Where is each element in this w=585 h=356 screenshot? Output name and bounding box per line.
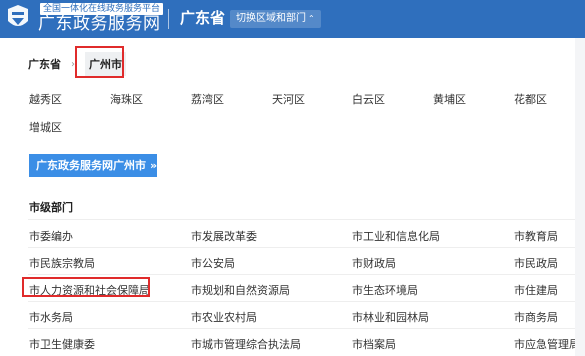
district-link[interactable]: 天河区 (272, 91, 305, 107)
department-link[interactable]: 市教育局 (514, 228, 558, 244)
city-portal-label: 广东政务服务网广州市 (36, 159, 146, 172)
highlight-box-city (75, 46, 124, 78)
row-divider (28, 301, 585, 302)
switch-region-label: 切换区域和部门 (236, 13, 306, 24)
district-link[interactable]: 海珠区 (110, 91, 143, 107)
department-link[interactable]: 市发展改革委 (191, 228, 257, 244)
department-link[interactable]: 市民政局 (514, 255, 558, 271)
department-link[interactable]: 市民族宗教局 (29, 255, 95, 271)
department-link[interactable]: 市公安局 (191, 255, 235, 271)
department-link[interactable]: 市财政局 (352, 255, 396, 271)
district-link[interactable]: 黄埔区 (433, 91, 466, 107)
department-link[interactable]: 市农业农村局 (191, 309, 257, 325)
department-link[interactable]: 市应急管理局 (514, 336, 580, 352)
district-link[interactable]: 越秀区 (29, 91, 62, 107)
page-right-edge (575, 38, 585, 356)
gd-gov-logo-icon (8, 5, 28, 26)
brand-name[interactable]: 广东政务服务网 (38, 14, 161, 34)
breadcrumb-province[interactable]: 广东省 (28, 56, 61, 72)
department-link[interactable]: 市生态环境局 (352, 282, 418, 298)
row-divider (28, 274, 585, 275)
chevron-up-icon: ⌃ (308, 14, 315, 23)
highlight-box-department (22, 277, 150, 297)
double-chevron-right-icon: » (150, 159, 158, 172)
row-divider (28, 328, 585, 329)
current-province: 广东省 (180, 9, 226, 27)
department-link[interactable]: 市档案局 (352, 336, 396, 352)
department-link[interactable]: 市林业和园林局 (352, 309, 429, 325)
department-link[interactable]: 市住建局 (514, 282, 558, 298)
department-link[interactable]: 市规划和自然资源局 (191, 282, 290, 298)
district-link[interactable]: 花都区 (514, 91, 547, 107)
header-divider (168, 9, 169, 29)
department-link[interactable]: 市工业和信息化局 (352, 228, 440, 244)
district-link[interactable]: 荔湾区 (191, 91, 224, 107)
district-link[interactable]: 白云区 (352, 91, 385, 107)
row-divider (28, 247, 585, 248)
city-portal-button[interactable]: 广东政务服务网广州市 » (29, 154, 157, 177)
section-title-city-departments: 市级部门 (29, 201, 73, 214)
department-link[interactable]: 市卫生健康委 (29, 336, 95, 352)
district-link[interactable]: 增城区 (29, 119, 62, 135)
department-link[interactable]: 市水务局 (29, 309, 73, 325)
department-link[interactable]: 市委编办 (29, 228, 73, 244)
switch-region-button[interactable]: 切换区域和部门 ⌃ (230, 10, 321, 28)
top-header: 全国一体化在线政务服务平台 广东政务服务网 广东省 切换区域和部门 ⌃ (0, 0, 585, 38)
department-link[interactable]: 市商务局 (514, 309, 558, 325)
department-link[interactable]: 市城市管理综合执法局 (191, 336, 301, 352)
row-divider (28, 219, 585, 220)
